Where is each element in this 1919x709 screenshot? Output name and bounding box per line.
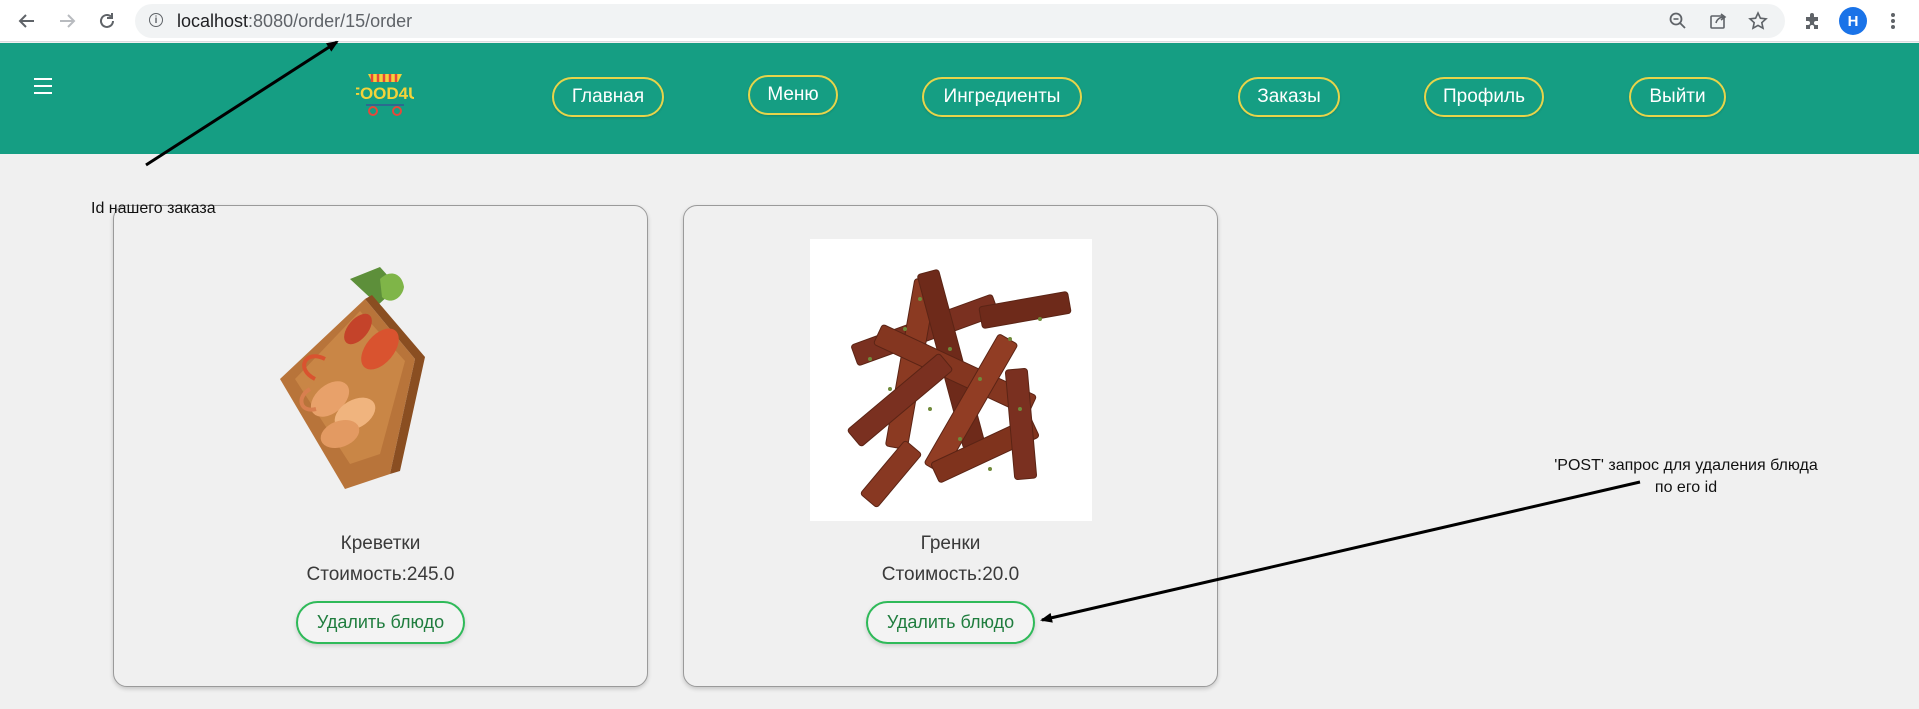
address-bar[interactable]: i localhost:8080/order/15/order [135, 4, 1785, 38]
nav-orders-link[interactable]: Заказы [1238, 77, 1340, 117]
order-id-annotation: Id нашего заказа [91, 200, 216, 217]
croutons-image [810, 239, 1092, 521]
nav-profile-link[interactable]: Профиль [1424, 77, 1544, 117]
dish-card: Креветки Стоимость:245.0 Удалить блюдо [113, 205, 648, 687]
zoom-icon[interactable] [1666, 9, 1690, 33]
back-icon[interactable] [12, 6, 42, 36]
post-request-annotation: 'POST' запрос для удаления блюда по его … [1536, 455, 1836, 499]
nav-menu-link[interactable]: Меню [748, 75, 838, 115]
dish-price: Стоимость:20.0 [881, 564, 1020, 585]
shrimp-image [240, 239, 522, 521]
dish-name: Креветки [340, 533, 421, 554]
url-text: localhost:8080/order/15/order [177, 11, 413, 31]
profile-avatar[interactable]: H [1839, 7, 1867, 35]
nav-home-link[interactable]: Главная [552, 77, 664, 117]
dish-name: Гренки [920, 533, 981, 554]
star-icon[interactable] [1746, 9, 1770, 33]
nav-ingredients-link[interactable]: Ингредиенты [922, 77, 1082, 117]
dish-card: Гренки Стоимость:20.0 Удалить блюдо [683, 205, 1218, 687]
browser-toolbar: i localhost:8080/order/15/order H [0, 0, 1919, 42]
hamburger-menu-icon[interactable] [34, 78, 52, 94]
nav-logout-link[interactable]: Выйти [1629, 77, 1726, 117]
post-annotation-line2: по его id [1654, 479, 1718, 496]
share-icon[interactable] [1706, 9, 1730, 33]
menu-dots-icon[interactable] [1878, 6, 1908, 36]
info-icon[interactable]: i [149, 13, 163, 27]
dish-price: Стоимость:245.0 [306, 564, 455, 585]
post-annotation-line1: 'POST' запрос для удаления блюда [1554, 457, 1818, 474]
app-header: FOOD4U Главная Меню Ингредиенты Заказы П… [0, 43, 1919, 154]
delete-dish-button[interactable]: Удалить блюдо [866, 601, 1035, 644]
reload-icon[interactable] [92, 6, 122, 36]
forward-icon[interactable] [52, 6, 82, 36]
delete-dish-button[interactable]: Удалить блюдо [296, 601, 465, 644]
extensions-icon[interactable] [1797, 6, 1827, 36]
logo-text: FOOD4U [356, 84, 414, 103]
food4u-logo[interactable]: FOOD4U [350, 66, 420, 118]
